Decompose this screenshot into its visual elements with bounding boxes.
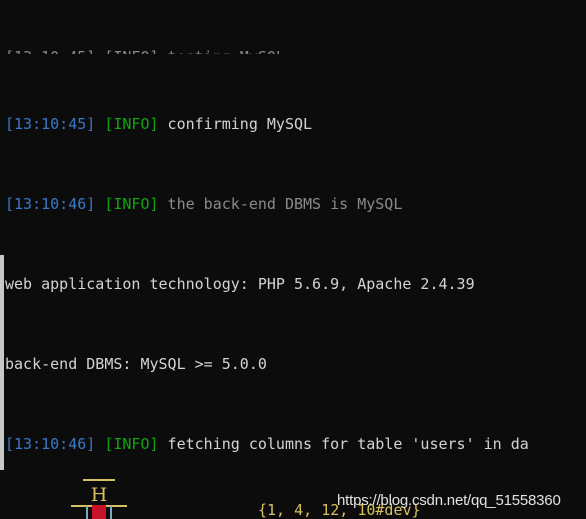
log-message: fetching columns for table 'users' in da <box>158 435 529 453</box>
vertical-scrollbar-track[interactable] <box>0 0 4 519</box>
vertical-scrollbar-thumb[interactable] <box>0 255 4 470</box>
terminal-window[interactable]: [13:10:45] [INFO] testing MySQL [13:10:4… <box>0 0 586 519</box>
log-level-info: [INFO] <box>104 195 159 213</box>
log-timestamp: [13:10:46] <box>5 195 96 213</box>
log-line-clipped: [13:10:45] [INFO] testing MySQL <box>5 47 586 54</box>
log-level-info: [INFO] <box>104 435 159 453</box>
ime-logo-icon: H <box>63 475 135 519</box>
svg-text:H: H <box>91 484 108 506</box>
back-end-dbms-text: back-end DBMS: MySQL >= 5.0.0 <box>5 355 267 373</box>
log-timestamp: [13:10:45] <box>5 115 96 133</box>
log-line-fetching-columns: [13:10:46] [INFO] fetching columns for t… <box>5 434 586 454</box>
watermark-url: https://blog.csdn.net/qq_51558360 <box>337 492 561 509</box>
log-timestamp: [13:10:46] <box>5 435 96 453</box>
web-application-technology-line: web application technology: PHP 5.6.9, A… <box>5 274 586 294</box>
log-message: the back-end DBMS is MySQL <box>158 195 403 213</box>
back-end-dbms-line: back-end DBMS: MySQL >= 5.0.0 <box>5 354 586 374</box>
log-message: confirming MySQL <box>158 115 313 133</box>
console-output: [13:10:45] [INFO] testing MySQL [13:10:4… <box>5 0 586 519</box>
log-line-backend-dbms-is: [13:10:46] [INFO] the back-end DBMS is M… <box>5 194 586 214</box>
log-level-info: [INFO] <box>104 115 159 133</box>
web-application-technology-text: web application technology: PHP 5.6.9, A… <box>5 275 475 293</box>
log-line-clipped-text: [13:10:45] [INFO] testing MySQL <box>5 48 285 54</box>
log-line-confirming-mysql: [13:10:45] [INFO] confirming MySQL <box>5 114 586 134</box>
